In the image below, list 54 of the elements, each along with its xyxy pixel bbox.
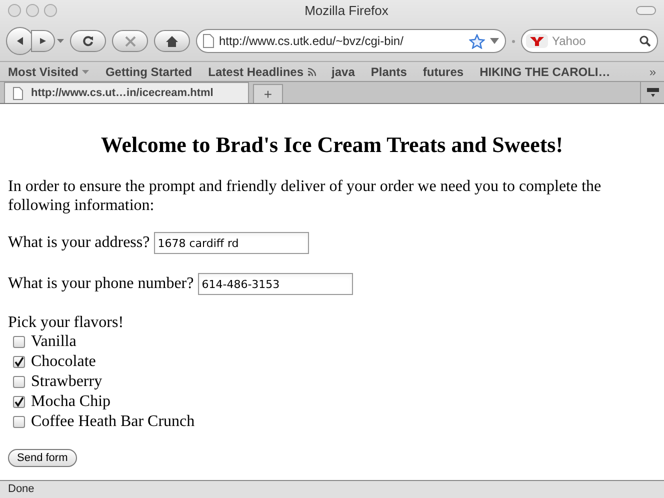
checkbox[interactable]	[13, 376, 25, 388]
bookmark-item[interactable]: futures	[422, 62, 464, 81]
star-icon[interactable]	[469, 34, 485, 49]
bookmark-item[interactable]: Getting Started	[105, 62, 192, 81]
search-bar[interactable]: Yahoo	[521, 29, 658, 54]
checkbox[interactable]	[13, 416, 25, 428]
stop-icon	[124, 36, 136, 47]
forward-button[interactable]	[31, 30, 55, 52]
home-button[interactable]	[154, 30, 190, 52]
home-icon	[166, 36, 178, 47]
browser-tab[interactable]: http://www.cs.ut…in/icecream.html	[4, 82, 249, 103]
search-engine-icon[interactable]	[526, 34, 548, 48]
checkbox-label: Strawberry	[31, 372, 102, 392]
bookmarks-overflow-button[interactable]: »	[649, 62, 656, 81]
page-heading: Welcome to Brad's Ice Cream Treats and Sweets!	[100, 131, 564, 159]
bookmark-item[interactable]: Latest Headlines	[208, 62, 316, 81]
checkbox-label: Mocha Chip	[31, 392, 111, 412]
reload-icon	[82, 35, 94, 48]
bookmark-item[interactable]: Plants	[370, 62, 407, 81]
dropdown-icon[interactable]	[57, 38, 64, 44]
send-form-button[interactable]: Send form	[8, 449, 77, 467]
dropdown-icon	[82, 70, 90, 74]
page-icon	[13, 86, 23, 100]
checkbox[interactable]	[13, 336, 25, 348]
dropdown-icon[interactable]	[490, 38, 499, 44]
stop-button[interactable]	[112, 30, 148, 52]
page-icon	[203, 34, 214, 48]
text-field[interactable]: 1678 cardiff rd	[154, 232, 309, 254]
intro-paragraph: In order to ensure the prompt and friendly deliver of your order we need you to complete the following information:	[8, 177, 602, 215]
back-icon	[15, 36, 25, 46]
checkbox[interactable]	[13, 396, 25, 408]
checkbox-label: Vanilla	[31, 332, 76, 352]
bookmark-item[interactable]: java	[332, 62, 355, 81]
status-text: Done	[8, 482, 34, 498]
search-field[interactable]: Yahoo	[552, 32, 635, 50]
toolbar-toggle-button[interactable]	[636, 6, 656, 16]
feed-icon	[308, 68, 316, 76]
checkbox[interactable]	[13, 356, 25, 368]
new-tab-button[interactable]: +	[253, 84, 283, 103]
url-field[interactable]: http://www.cs.utk.edu/~bvz/cgi-bin/	[196, 29, 506, 54]
list-icon	[646, 88, 658, 96]
bookmark-item[interactable]: Most Visited	[8, 62, 90, 81]
bookmark-item[interactable]: HIKING THE CAROLI…	[480, 62, 610, 81]
forward-icon	[39, 37, 47, 46]
reload-button[interactable]	[70, 30, 106, 52]
back-button[interactable]	[6, 27, 34, 56]
flavors-label: Pick your flavors!	[8, 313, 125, 332]
field-label: What is your address?	[8, 233, 150, 253]
text-field[interactable]: 614-486-3153	[198, 273, 353, 295]
checkbox-label: Coffee Heath Bar Crunch	[31, 412, 195, 432]
checkbox-label: Chocolate	[31, 352, 96, 372]
field-label: What is your phone number?	[8, 274, 194, 294]
window-title: Mozilla Firefox	[304, 2, 388, 20]
search-icon[interactable]	[639, 35, 651, 48]
